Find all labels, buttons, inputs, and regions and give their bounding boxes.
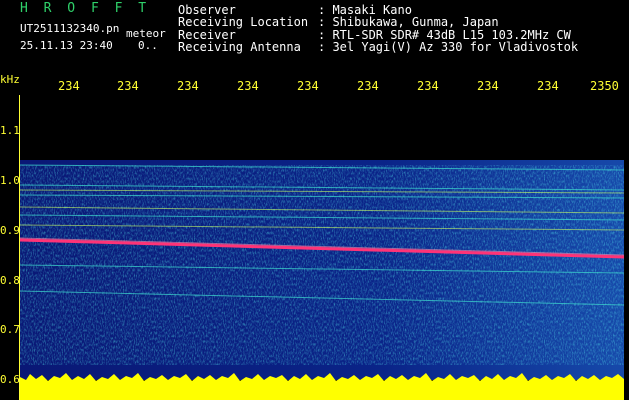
- time-tick-label: 234: [297, 79, 319, 93]
- time-tick-label: 234: [237, 79, 259, 93]
- app-logo: H R O F F T: [20, 1, 151, 16]
- antenna-value: : 3el Yagi(V) Az 330 for Vladivostok: [318, 40, 579, 54]
- location-label: Receiving Location: [178, 15, 309, 29]
- location-value: : Shibukawa, Gunma, Japan: [318, 15, 499, 29]
- frequency-tick-label: 0.8: [0, 274, 20, 287]
- antenna-label: Receiving Antenna: [178, 40, 301, 54]
- time-tick-label: 234: [477, 79, 499, 93]
- frame-counter: 0..: [138, 39, 158, 52]
- frequency-tick-label: 0.6: [0, 373, 20, 386]
- frequency-tick-label: 0.7: [0, 323, 20, 336]
- time-tick-label: 234: [177, 79, 199, 93]
- time-tick-label: 234: [357, 79, 379, 93]
- time-tick-label: 234: [417, 79, 439, 93]
- frequency-tick-label: 0.9: [0, 224, 20, 237]
- date-time: 25.11.13 23:40: [20, 39, 113, 52]
- time-tick-label: 2350: [590, 79, 619, 93]
- time-tick-label: 234: [537, 79, 559, 93]
- frequency-unit-label: kHz: [0, 73, 20, 86]
- frequency-tick-label: 1.0: [0, 174, 20, 187]
- spectrogram-waterfall: [20, 160, 624, 400]
- time-tick-label: 234: [58, 79, 80, 93]
- time-tick-label: 234: [117, 79, 139, 93]
- frequency-tick-label: 1.1: [0, 124, 20, 137]
- file-name: UT2511132340.pn: [20, 22, 120, 35]
